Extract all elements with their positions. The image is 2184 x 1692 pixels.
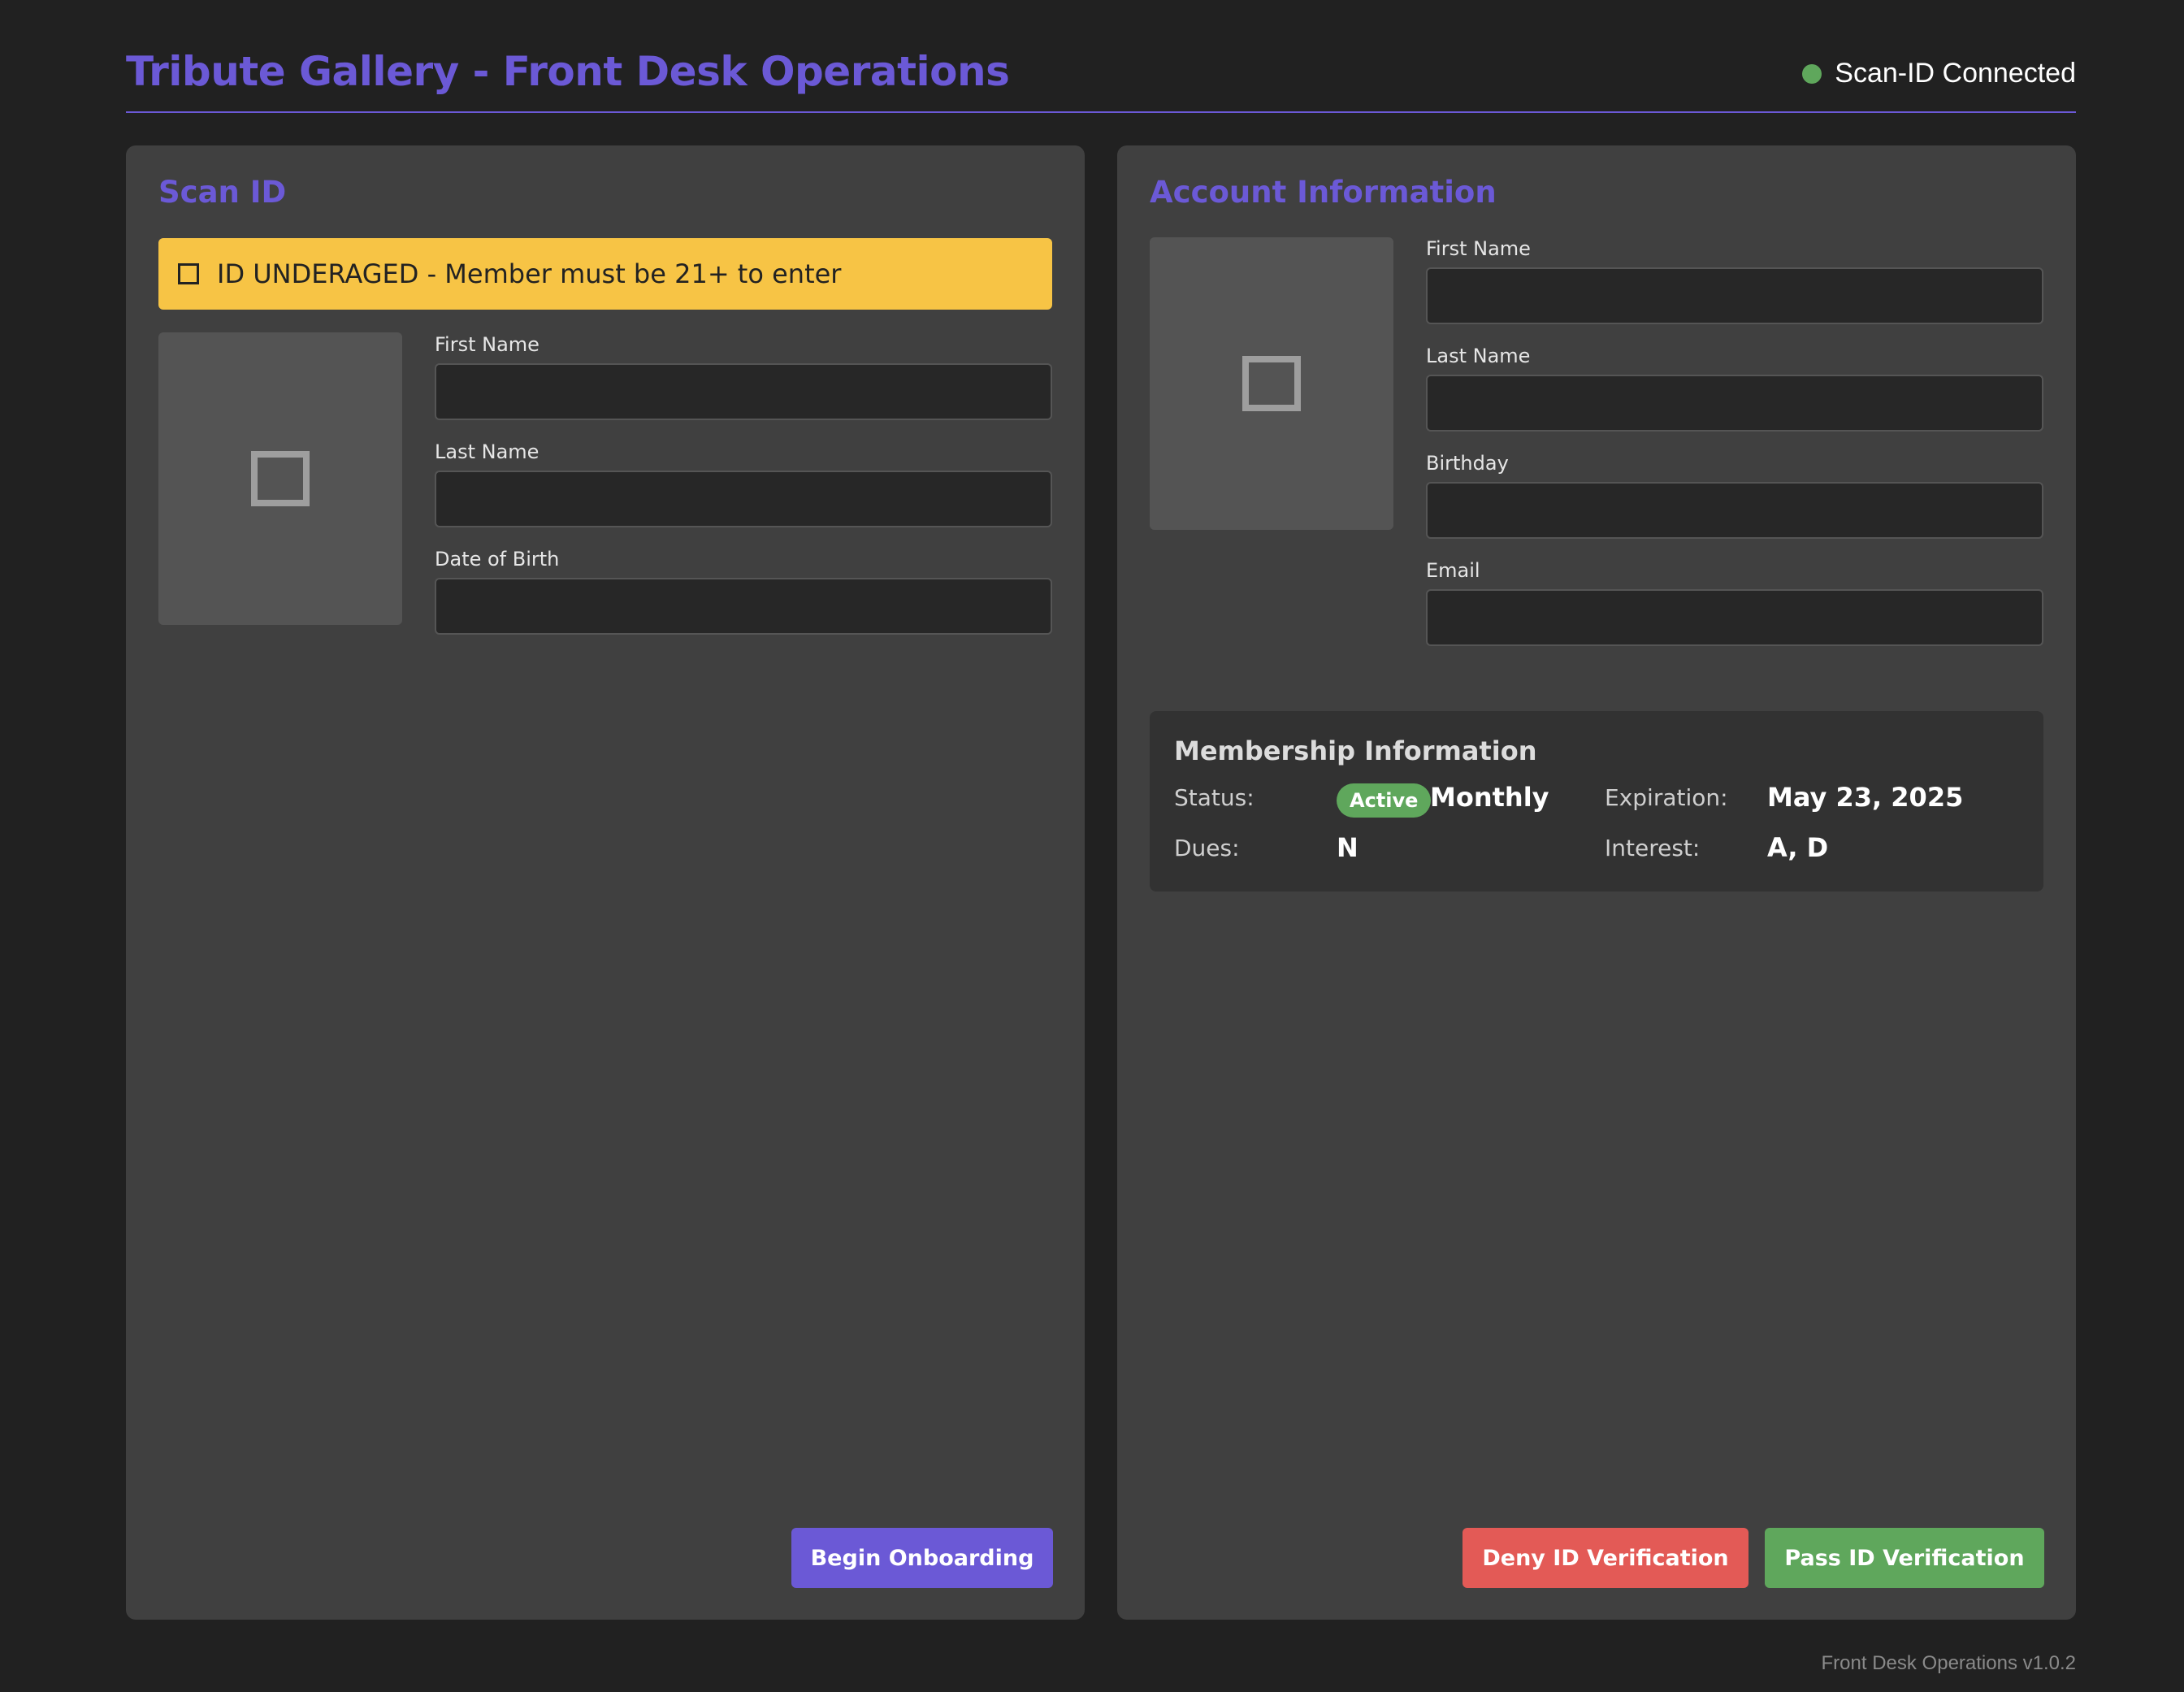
membership-title: Membership Information	[1174, 735, 1537, 766]
front-desk-app: Tribute Gallery - Front Desk Operations …	[0, 0, 2184, 1692]
expiration-value: May 23, 2025	[1767, 782, 1964, 813]
image-placeholder-icon	[1242, 356, 1301, 411]
deny-id-verification-button[interactable]: Deny ID Verification	[1462, 1528, 1748, 1588]
connection-status-label: Scan-ID Connected	[1835, 58, 2076, 89]
id-first-name-input[interactable]	[435, 363, 1052, 420]
warning-text: ID UNDERAGED - Member must be 21+ to ent…	[217, 258, 842, 289]
header: Tribute Gallery - Front Desk Operations …	[126, 45, 2076, 113]
id-dob-input[interactable]	[435, 578, 1052, 635]
birthday-label: Birthday	[1426, 452, 1509, 475]
last-name-label: Last Name	[1426, 345, 1531, 367]
dues-value: N	[1337, 832, 1358, 863]
warning-square-icon	[178, 263, 199, 284]
status-badge: Active	[1337, 783, 1432, 818]
first-name-label: First Name	[1426, 237, 1531, 260]
image-placeholder-icon	[251, 451, 310, 506]
expiration-label: Expiration:	[1605, 784, 1728, 811]
last-name-label: Last Name	[435, 440, 540, 463]
dues-label: Dues:	[1174, 835, 1240, 861]
account-fields: First Name Last Name Birthday Email	[1426, 236, 2043, 666]
first-name-label: First Name	[435, 333, 540, 356]
begin-onboarding-button[interactable]: Begin Onboarding	[791, 1528, 1053, 1588]
interest-value: A, D	[1767, 832, 1829, 863]
scan-id-panel: Scan ID ID UNDERAGED - Member must be 21…	[126, 145, 1085, 1620]
pass-id-verification-button[interactable]: Pass ID Verification	[1765, 1528, 2044, 1588]
account-first-name-input[interactable]	[1426, 267, 2043, 324]
account-email-input[interactable]	[1426, 589, 2043, 646]
membership-info: Membership Information Status: Active Mo…	[1150, 711, 2043, 892]
id-fields: First Name Last Name Date of Birth	[435, 332, 1052, 654]
email-label: Email	[1426, 559, 1480, 582]
underage-warning-banner: ID UNDERAGED - Member must be 21+ to ent…	[158, 238, 1052, 310]
membership-plan: Monthly	[1430, 782, 1549, 813]
dob-label: Date of Birth	[435, 548, 560, 571]
account-birthday-input[interactable]	[1426, 482, 2043, 539]
account-info-title: Account Information	[1150, 175, 1497, 210]
version-footer: Front Desk Operations v1.0.2	[1821, 1652, 2076, 1674]
account-info-panel: Account Information First Name Last Name…	[1117, 145, 2076, 1620]
page-title: Tribute Gallery - Front Desk Operations	[126, 48, 1010, 95]
account-last-name-input[interactable]	[1426, 375, 2043, 432]
connection-status: Scan-ID Connected	[1802, 58, 2076, 89]
id-photo	[158, 332, 402, 625]
status-dot-icon	[1802, 63, 1822, 84]
interest-label: Interest:	[1605, 835, 1701, 861]
id-last-name-input[interactable]	[435, 471, 1052, 527]
scan-id-title: Scan ID	[158, 175, 287, 210]
status-label: Status:	[1174, 784, 1254, 811]
account-photo	[1150, 237, 1393, 530]
